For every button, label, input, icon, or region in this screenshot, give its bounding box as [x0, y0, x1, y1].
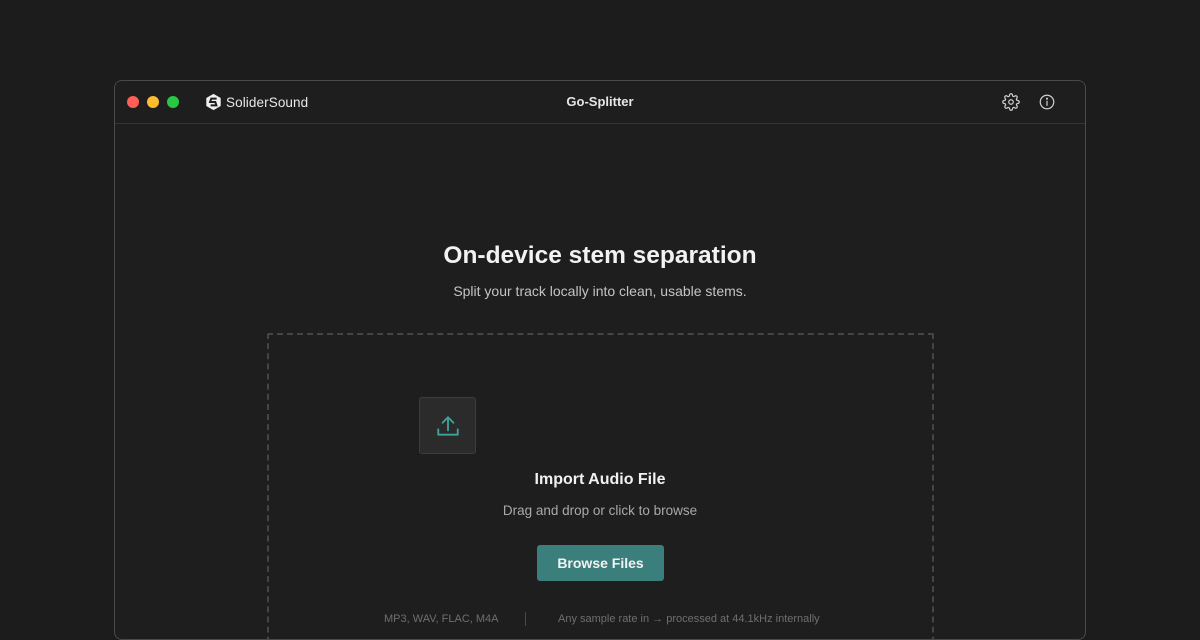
window-title: Go-Splitter: [566, 94, 634, 109]
upload-icon-box: [419, 397, 476, 454]
title-bar: SoliderSound Go-Splitter: [115, 81, 1085, 124]
supported-formats-note: MP3, WAV, FLAC, M4A: [384, 613, 499, 625]
import-subtitle: Drag and drop or click to browse: [502, 503, 698, 518]
browse-files-button[interactable]: Browse Files: [537, 545, 664, 581]
import-title: Import Audio File: [534, 471, 666, 488]
footnote-divider: [525, 612, 526, 626]
info-icon[interactable]: [1038, 93, 1056, 111]
page-subheadline: Split your track locally into clean, usa…: [453, 283, 747, 299]
sample-rate-note: Any sample rate in → processed at 44.1kH…: [558, 613, 820, 625]
gear-icon[interactable]: [1002, 93, 1020, 111]
upload-icon: [436, 415, 459, 436]
app-window: SoliderSound Go-Splitter On-device stem …: [114, 80, 1086, 640]
page-headline: On-device stem separation: [443, 242, 757, 269]
